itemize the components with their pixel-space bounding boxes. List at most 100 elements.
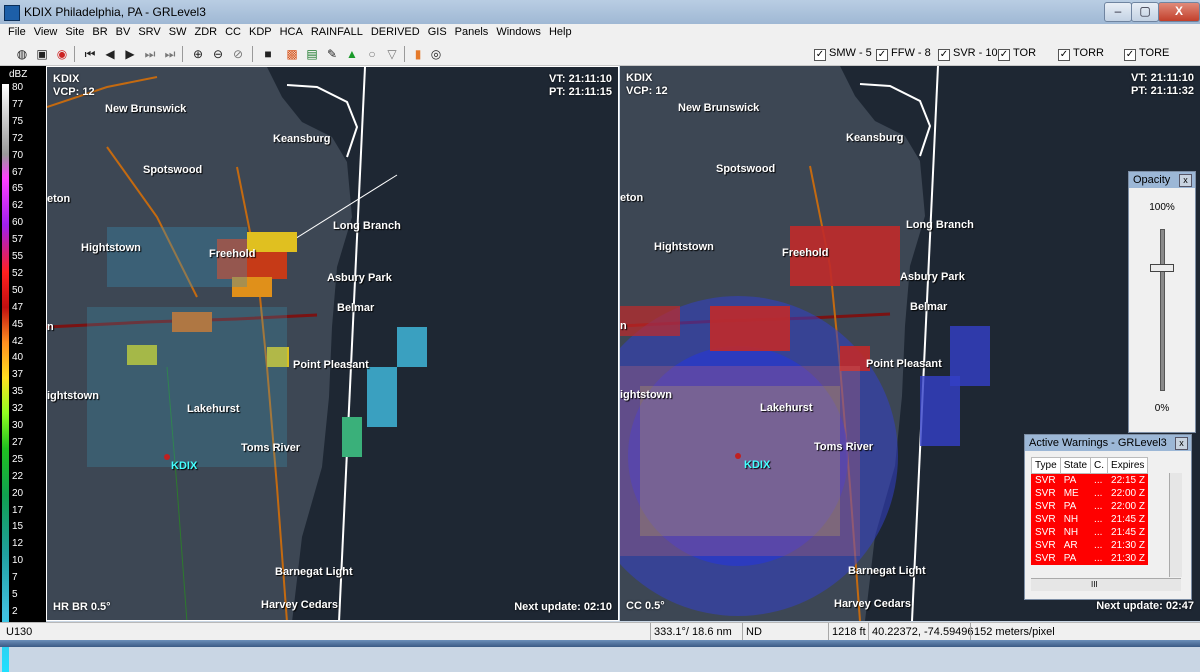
checkbox-icon[interactable]: ✓ <box>876 49 888 61</box>
zoom-out-icon[interactable]: ⊖ <box>210 46 226 62</box>
column-header-county[interactable]: C. <box>1090 457 1109 474</box>
layers-icon[interactable]: ▤ <box>304 46 320 62</box>
last-frame-icon[interactable]: ⏭ <box>162 46 178 62</box>
record-icon[interactable]: ◉ <box>54 46 70 62</box>
menu-srv[interactable]: SRV <box>134 24 164 38</box>
city-label: eton <box>47 193 71 205</box>
save-image-icon[interactable]: ◍ <box>14 46 30 62</box>
menu-kdp[interactable]: KDP <box>245 24 276 38</box>
warning-row[interactable]: SVR NH... 21:45 Z <box>1031 513 1148 526</box>
column-header-expires[interactable]: Expires <box>1107 457 1149 474</box>
checkbox-icon[interactable]: ✓ <box>1058 49 1070 61</box>
warnings-close-button[interactable]: x <box>1175 437 1188 450</box>
menu-windows[interactable]: Windows <box>492 24 545 38</box>
zoom-reset-icon[interactable]: ⊘ <box>230 46 246 62</box>
warning-toggle-ffw[interactable]: ✓ FFW - 8 <box>876 47 931 61</box>
menu-br[interactable]: BR <box>88 24 111 38</box>
circle-outline-icon[interactable]: ○ <box>364 46 380 62</box>
city-label: New Brunswick <box>678 102 760 114</box>
radar-site-label: KDIX <box>744 459 771 471</box>
city-label: Asbury Park <box>327 272 392 284</box>
menu-zdr[interactable]: ZDR <box>190 24 221 38</box>
opacity-min-label: 0% <box>1154 403 1170 414</box>
city-label: ightstown <box>620 389 672 401</box>
close-button[interactable]: X <box>1158 2 1200 22</box>
column-header-state[interactable]: State <box>1059 457 1092 474</box>
copy-icon[interactable]: ▣ <box>34 46 50 62</box>
orange-box-icon[interactable]: ▮ <box>410 46 426 62</box>
stop-icon[interactable]: ■ <box>260 46 276 62</box>
active-warnings-window: Active Warnings - GRLevel3 x Type State … <box>1024 434 1192 600</box>
menu-help[interactable]: Help <box>545 24 576 38</box>
checkbox-icon[interactable]: ✓ <box>938 49 950 61</box>
menu-bv[interactable]: BV <box>112 24 135 38</box>
minimize-button[interactable]: – <box>1104 2 1132 22</box>
radar-panel-reflectivity[interactable]: KDIX VCP: 12 VT: 21:11:10 PT: 21:11:15 H… <box>46 66 619 621</box>
warning-toggle-tor[interactable]: ✓ TOR <box>998 47 1036 61</box>
color-table-icon[interactable]: ▩ <box>284 46 300 62</box>
menu-rainfall[interactable]: RAINFALL <box>307 24 367 38</box>
opacity-close-button[interactable]: x <box>1179 174 1192 187</box>
warning-toggle-label: SMW - 5 <box>829 47 872 59</box>
warnings-horizontal-scrollbar[interactable]: III <box>1031 578 1181 591</box>
menu-file[interactable]: File <box>4 24 30 38</box>
product-time: PT: 21:11:32 <box>1131 85 1194 97</box>
warning-state: ME <box>1059 487 1091 500</box>
menu-site[interactable]: Site <box>61 24 88 38</box>
previous-frame-icon[interactable]: ◀ <box>102 46 118 62</box>
warning-toggle-smw[interactable]: ✓ SMW - 5 <box>814 47 872 61</box>
warning-row[interactable]: SVR PA... 21:30 Z <box>1031 552 1148 565</box>
city-label: Toms River <box>241 442 301 454</box>
next-frame-icon[interactable]: ⏭ <box>142 46 158 62</box>
menu-derived[interactable]: DERIVED <box>367 24 424 38</box>
warning-row[interactable]: SVR ME... 22:00 Z <box>1031 487 1148 500</box>
warning-toggle-label: FFW - 8 <box>891 47 931 59</box>
target-icon[interactable]: ◎ <box>428 46 444 62</box>
toolbar-separator <box>182 46 183 62</box>
city-label: Belmar <box>910 301 948 313</box>
next-update: Next update: 02:47 <box>1096 600 1194 612</box>
column-header-type[interactable]: Type <box>1031 457 1061 474</box>
scroll-thumb-grip[interactable]: III <box>1091 579 1098 591</box>
scale-label: 45 <box>12 318 24 330</box>
menu-hca[interactable]: HCA <box>276 24 307 38</box>
warning-row[interactable]: SVR NH... 21:45 Z <box>1031 526 1148 539</box>
pen-icon[interactable]: ✎ <box>324 46 340 62</box>
opacity-slider-track[interactable] <box>1160 229 1165 391</box>
scale-label: 30 <box>12 420 24 431</box>
city-label: Keansburg <box>273 133 331 145</box>
warning-row[interactable]: SVR PA... 22:15 Z <box>1031 473 1148 487</box>
warning-row[interactable]: SVR PA... 22:00 Z <box>1031 500 1148 513</box>
city-label: Lakehurst <box>760 402 813 414</box>
maximize-button[interactable]: ▢ <box>1131 2 1159 22</box>
warning-counties: ... <box>1090 500 1108 513</box>
toolbar: ◍ ▣ ◉ ⏮ ◀ ▶ ⏭ ⏭ ⊕ ⊖ ⊘ ■ ▩ ▤ ✎ ▲ ○ ▽ ▮ ◎ … <box>0 43 1200 66</box>
checkbox-icon[interactable]: ✓ <box>1124 49 1136 61</box>
menu-gis[interactable]: GIS <box>424 24 451 38</box>
menu-view[interactable]: View <box>30 24 62 38</box>
checkbox-icon[interactable]: ✓ <box>814 49 826 61</box>
scale-label: 42 <box>12 335 24 347</box>
triangle-green-icon[interactable]: ▲ <box>344 46 360 62</box>
warning-row[interactable]: SVR AR... 21:30 Z <box>1031 539 1148 552</box>
opacity-slider-thumb[interactable] <box>1150 264 1174 272</box>
first-frame-icon[interactable]: ⏮ <box>82 46 98 62</box>
next-update: Next update: 02:10 <box>514 601 612 613</box>
menu-cc[interactable]: CC <box>221 24 245 38</box>
warning-toggle-tore[interactable]: ✓ TORE <box>1124 47 1169 61</box>
status-resolution: 152 meters/pixel <box>974 626 1055 638</box>
triangle-down-icon[interactable]: ▽ <box>384 46 400 62</box>
menu-sw[interactable]: SW <box>165 24 191 38</box>
warning-toggle-torr[interactable]: ✓ TORR <box>1058 47 1104 61</box>
checkbox-icon[interactable]: ✓ <box>998 49 1010 61</box>
warnings-vertical-scrollbar[interactable] <box>1169 473 1182 577</box>
city-label: Harvey Cedars <box>261 599 339 611</box>
warning-toggle-svr[interactable]: ✓ SVR - 10 <box>938 47 998 61</box>
scale-label: 72 <box>12 132 24 144</box>
menu-panels[interactable]: Panels <box>451 24 493 38</box>
play-icon[interactable]: ▶ <box>122 46 138 62</box>
city-label: eton <box>620 192 644 204</box>
status-height: 1218 ft <box>832 626 866 638</box>
city-label: Keansburg <box>846 132 904 144</box>
zoom-in-icon[interactable]: ⊕ <box>190 46 206 62</box>
